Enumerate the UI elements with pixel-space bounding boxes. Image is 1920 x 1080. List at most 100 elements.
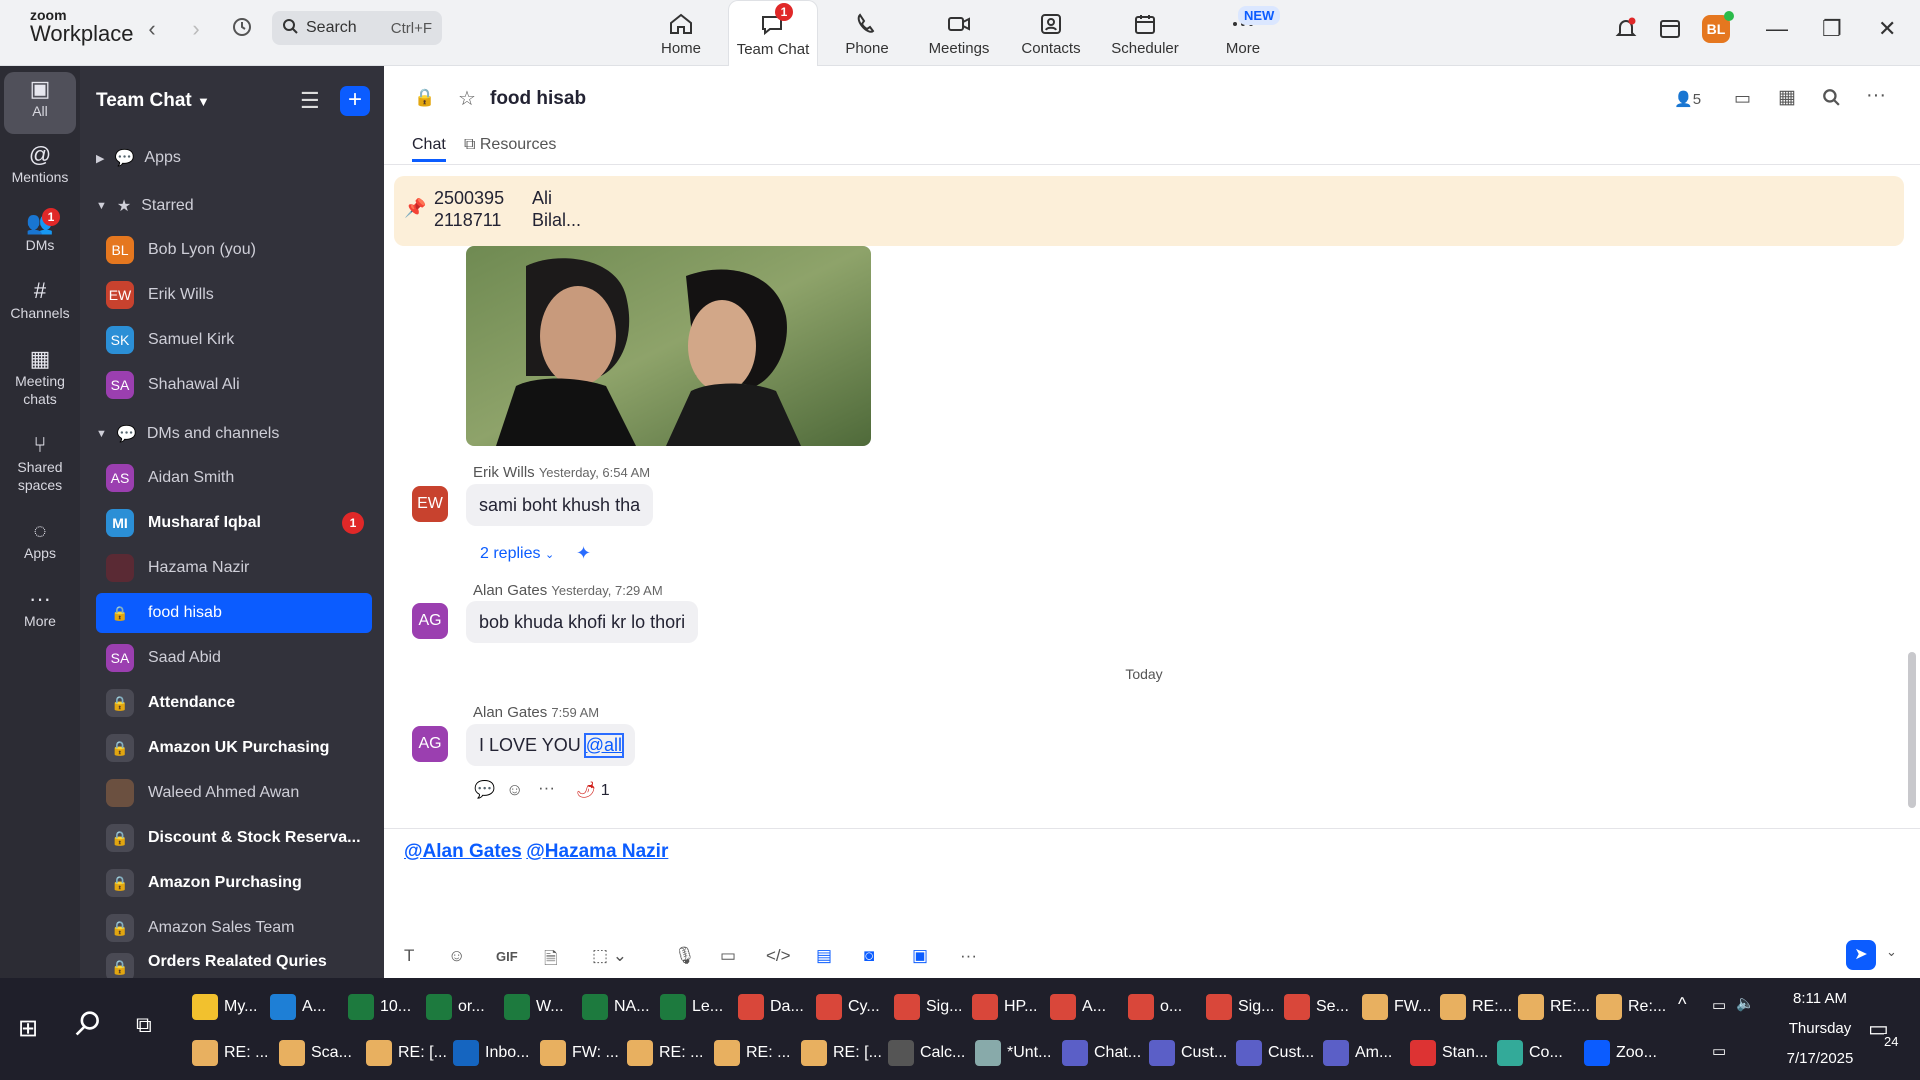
chat-app-icon[interactable]: ▣ — [912, 946, 928, 966]
mention-token[interactable]: @Alan Gates — [404, 841, 522, 862]
taskbar-app[interactable]: Cy... — [816, 986, 880, 1028]
network-icon[interactable]: ▭ — [1712, 1042, 1726, 1060]
taskbar-app[interactable]: RE:... — [1518, 986, 1590, 1028]
microphone-icon[interactable]: 🎙 — [674, 946, 696, 966]
taskbar-app[interactable]: RE: [... — [366, 1032, 447, 1074]
nav-tab-home[interactable]: Home — [636, 0, 726, 66]
rail-item-more[interactable]: ··· More — [4, 588, 76, 630]
taskbar-app[interactable]: Le... — [660, 986, 723, 1028]
rail-item-shared-spaces[interactable]: ⑂ Shared spaces — [4, 434, 76, 494]
section-starred[interactable]: ▼ ★ Starred — [96, 196, 194, 216]
composer-input[interactable]: @Alan Gates @Hazama Nazir — [404, 841, 668, 863]
nav-tab-contacts[interactable]: Contacts — [1006, 0, 1096, 66]
sidebar-item-waleed-ahmed-awan[interactable]: Waleed Ahmed Awan — [96, 773, 372, 813]
tab-chat[interactable]: Chat — [412, 136, 446, 162]
taskbar-app[interactable]: Sig... — [1206, 986, 1274, 1028]
sidebar-item-orders-queries[interactable]: 🔒 Orders Realated Quries — [96, 953, 372, 978]
taskbar-app[interactable]: NA... — [582, 986, 650, 1028]
message-bubble[interactable]: I LOVE YOU @all — [466, 724, 636, 766]
sidebar-item-bob-lyon[interactable]: BL Bob Lyon (you) — [96, 230, 372, 270]
taskbar-app[interactable]: *Unt... — [975, 1032, 1051, 1074]
taskbar-app[interactable]: RE: ... — [714, 1032, 790, 1074]
sidebar-item-attendance[interactable]: 🔒 Attendance — [96, 683, 372, 723]
star-outline-icon[interactable]: ☆ — [458, 86, 476, 111]
calendar-icon[interactable]: ▦ — [1778, 86, 1796, 109]
taskbar-app[interactable]: HP... — [972, 986, 1038, 1028]
clock-time[interactable]: 8:11 AM — [1774, 990, 1866, 1007]
scrollbar[interactable] — [1908, 652, 1916, 808]
video-message-icon[interactable]: ▭ — [720, 946, 736, 966]
sidebar-item-amazon-purchasing[interactable]: 🔒 Amazon Purchasing — [96, 863, 372, 903]
rail-item-all[interactable]: ▣ All — [4, 72, 76, 134]
send-icon[interactable]: ➤ — [1846, 940, 1876, 970]
sidebar-item-musharaf-iqbal[interactable]: MI Musharaf Iqbal 1 — [96, 503, 372, 543]
rail-item-channels[interactable]: # Channels — [4, 280, 76, 322]
taskbar-app[interactable]: o... — [1128, 986, 1182, 1028]
screenshot-icon[interactable]: ⬚ ⌄ — [592, 946, 627, 966]
taskbar-app[interactable]: FW... — [1362, 986, 1431, 1028]
doc-icon[interactable]: ▤ — [816, 946, 832, 966]
sidebar-item-amazon-sales-team[interactable]: 🔒 Amazon Sales Team — [96, 908, 372, 948]
taskbar-app[interactable]: RE: ... — [192, 1032, 268, 1074]
rail-item-meeting-chats[interactable]: ▦ Meeting chats — [4, 348, 76, 408]
rail-item-dms[interactable]: 👥 DMs 1 — [4, 208, 76, 254]
sidebar-title[interactable]: Team Chat ▼ — [96, 90, 210, 112]
mention-link[interactable]: @all — [583, 732, 625, 758]
app-icon[interactable]: ◙ — [864, 946, 874, 966]
shared-image[interactable] — [466, 246, 871, 446]
taskbar-app[interactable]: Am... — [1323, 1032, 1392, 1074]
more-dots-icon[interactable]: ··· — [1866, 84, 1886, 107]
emoji-icon[interactable]: ☺ — [448, 946, 465, 966]
mention-token[interactable]: @Hazama Nazir — [526, 841, 668, 862]
section-dms-channels[interactable]: ▼ 💬 DMs and channels — [96, 424, 279, 444]
nav-tab-meetings[interactable]: Meetings — [914, 0, 1004, 66]
more-dots-icon[interactable]: ··· — [960, 946, 977, 966]
taskbar-app[interactable]: My... — [192, 986, 257, 1028]
chevron-up-icon[interactable]: ^ — [1678, 994, 1686, 1015]
sidebar-item-discount-stock[interactable]: 🔒 Discount & Stock Reserva... — [96, 818, 372, 858]
taskbar-app[interactable]: RE: [... — [801, 1032, 882, 1074]
replies-link[interactable]: 2 replies ⌄ — [480, 545, 554, 563]
taskbar-app[interactable]: W... — [504, 986, 564, 1028]
more-dots-icon[interactable]: ··· — [538, 778, 555, 798]
history-icon[interactable] — [228, 16, 256, 44]
taskbar-app[interactable]: or... — [426, 986, 485, 1028]
file-icon[interactable]: 🗎 — [544, 946, 558, 975]
taskbar-app[interactable]: A... — [1050, 986, 1106, 1028]
video-icon[interactable]: ▭ — [1734, 88, 1751, 109]
sidebar-item-saad-abid[interactable]: SA Saad Abid — [96, 638, 372, 678]
taskbar-app[interactable]: Chat... — [1062, 1032, 1141, 1074]
taskbar-app[interactable]: RE: ... — [627, 1032, 703, 1074]
back-icon[interactable]: ‹ — [138, 16, 166, 42]
chevron-down-icon[interactable]: ⌄ — [1886, 944, 1897, 960]
section-apps[interactable]: ▶ 💬 Apps — [96, 148, 181, 168]
sidebar-item-amazon-uk-purchasing[interactable]: 🔒 Amazon UK Purchasing — [96, 728, 372, 768]
minimize-icon[interactable]: — — [1766, 16, 1788, 42]
taskbar-app[interactable]: 10... — [348, 986, 411, 1028]
taskbar-app[interactable]: Calc... — [888, 1032, 965, 1074]
code-icon[interactable]: </> — [766, 946, 791, 966]
reply-icon[interactable]: 💬 — [474, 780, 495, 800]
avatar[interactable]: EW — [412, 486, 448, 522]
taskbar-app[interactable]: Da... — [738, 986, 804, 1028]
nav-tab-phone[interactable]: Phone — [822, 0, 912, 66]
taskbar-app[interactable]: Se... — [1284, 986, 1349, 1028]
taskbar-app[interactable]: Sca... — [279, 1032, 352, 1074]
windows-start-icon[interactable]: ⊞ — [18, 1014, 38, 1043]
battery-icon[interactable]: ▭ — [1712, 996, 1726, 1014]
taskbar-app[interactable]: Cust... — [1236, 1032, 1314, 1074]
sidebar-item-food-hisab[interactable]: 🔒 food hisab — [96, 593, 372, 633]
tab-resources[interactable]: ⧉ Resources — [464, 136, 556, 154]
taskbar-app[interactable]: Inbo... — [453, 1032, 529, 1074]
sidebar-item-erik-wills[interactable]: EW Erik Wills — [96, 275, 372, 315]
pinned-message[interactable]: 📌 2500395 Ali 2118711 Bilal... — [394, 176, 1904, 246]
filter-icon[interactable]: ☰ — [300, 88, 320, 114]
volume-icon[interactable]: 🔈 — [1736, 994, 1755, 1012]
sidebar-item-aidan-smith[interactable]: AS Aidan Smith — [96, 458, 372, 498]
add-icon[interactable]: + — [340, 86, 370, 116]
restore-icon[interactable]: ❐ — [1822, 16, 1842, 42]
message-bubble[interactable]: bob khuda khofi kr lo thori — [466, 601, 699, 643]
members-button[interactable]: 👤5 — [1674, 90, 1701, 108]
taskbar-app[interactable]: Cust... — [1149, 1032, 1227, 1074]
avatar[interactable]: AG — [412, 726, 448, 762]
